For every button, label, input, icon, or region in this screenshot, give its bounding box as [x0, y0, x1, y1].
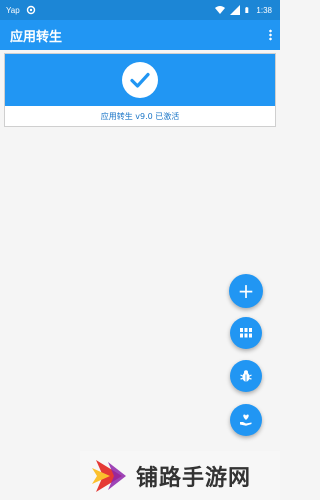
status-carrier-text: Yap	[6, 5, 20, 15]
grid-icon	[240, 328, 252, 338]
watermark-text: 铺路手游网	[136, 465, 252, 491]
status-bar: Yap 1:38	[0, 0, 280, 20]
status-time: 1:38	[256, 5, 272, 15]
signal-icon	[230, 5, 241, 15]
watermark: 铺路手游网	[80, 451, 280, 500]
app-title: 应用转生	[10, 29, 63, 45]
check-icon	[122, 62, 158, 98]
add-fab[interactable]: +	[229, 274, 263, 308]
wifi-icon	[215, 6, 226, 14]
more-vert-icon	[268, 29, 272, 41]
activation-status-card: 应用转生 v9.0 已激活	[4, 53, 276, 127]
app-bar: 应用转生	[0, 20, 280, 50]
overflow-menu-button[interactable]	[260, 20, 280, 50]
bug-fab[interactable]	[230, 360, 262, 392]
sync-icon	[26, 5, 35, 15]
donate-fab[interactable]	[230, 404, 262, 436]
apps-grid-fab[interactable]	[230, 317, 262, 349]
card-header	[5, 54, 275, 106]
watermark-logo-icon	[92, 459, 126, 492]
activation-status-text: 应用转生 v9.0 已激活	[100, 111, 180, 121]
bug-icon	[240, 370, 252, 382]
plus-icon: +	[237, 279, 255, 303]
battery-icon	[245, 7, 249, 13]
heart-hand-icon	[240, 414, 252, 426]
